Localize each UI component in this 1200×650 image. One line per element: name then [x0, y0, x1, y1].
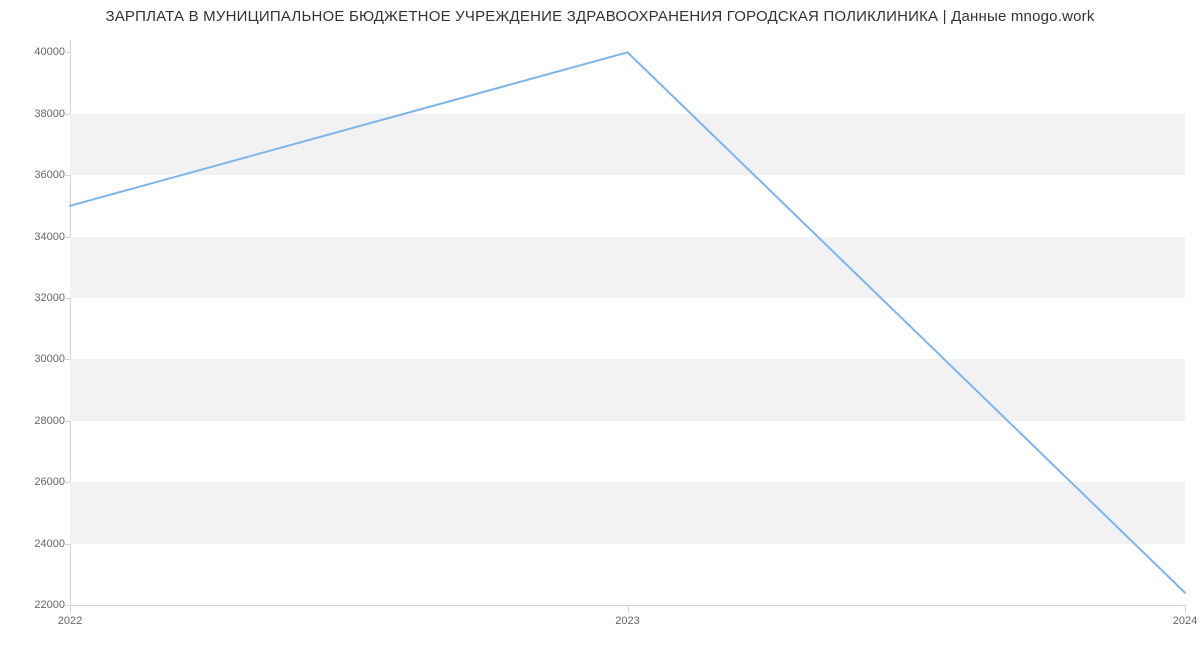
- y-tick-mark: [64, 52, 70, 53]
- y-tick-label: 26000: [5, 476, 65, 488]
- x-tick-mark: [628, 605, 629, 613]
- y-tick-mark: [64, 544, 70, 545]
- y-tick-label: 30000: [5, 353, 65, 365]
- chart-title: ЗАРПЛАТА В МУНИЦИПАЛЬНОЕ БЮДЖЕТНОЕ УЧРЕЖ…: [0, 8, 1200, 25]
- y-tick-label: 22000: [5, 599, 65, 611]
- y-tick-mark: [64, 298, 70, 299]
- y-tick-label: 34000: [5, 231, 65, 243]
- x-tick-mark: [70, 605, 71, 613]
- y-tick-label: 24000: [5, 538, 65, 550]
- y-tick-mark: [64, 359, 70, 360]
- plot-area: [70, 40, 1185, 605]
- y-tick-label: 40000: [5, 46, 65, 58]
- data-series: [70, 40, 1185, 605]
- y-tick-label: 36000: [5, 169, 65, 181]
- x-tick-label: 2023: [615, 615, 639, 627]
- y-tick-mark: [64, 237, 70, 238]
- y-tick-mark: [64, 421, 70, 422]
- x-tick-label: 2024: [1173, 615, 1197, 627]
- y-tick-label: 28000: [5, 415, 65, 427]
- y-tick-label: 32000: [5, 292, 65, 304]
- x-tick-mark: [1185, 605, 1186, 613]
- y-tick-mark: [64, 175, 70, 176]
- y-tick-label: 38000: [5, 108, 65, 120]
- y-tick-mark: [64, 114, 70, 115]
- x-tick-label: 2022: [58, 615, 82, 627]
- y-tick-mark: [64, 482, 70, 483]
- salary-line-chart: ЗАРПЛАТА В МУНИЦИПАЛЬНОЕ БЮДЖЕТНОЕ УЧРЕЖ…: [0, 0, 1200, 650]
